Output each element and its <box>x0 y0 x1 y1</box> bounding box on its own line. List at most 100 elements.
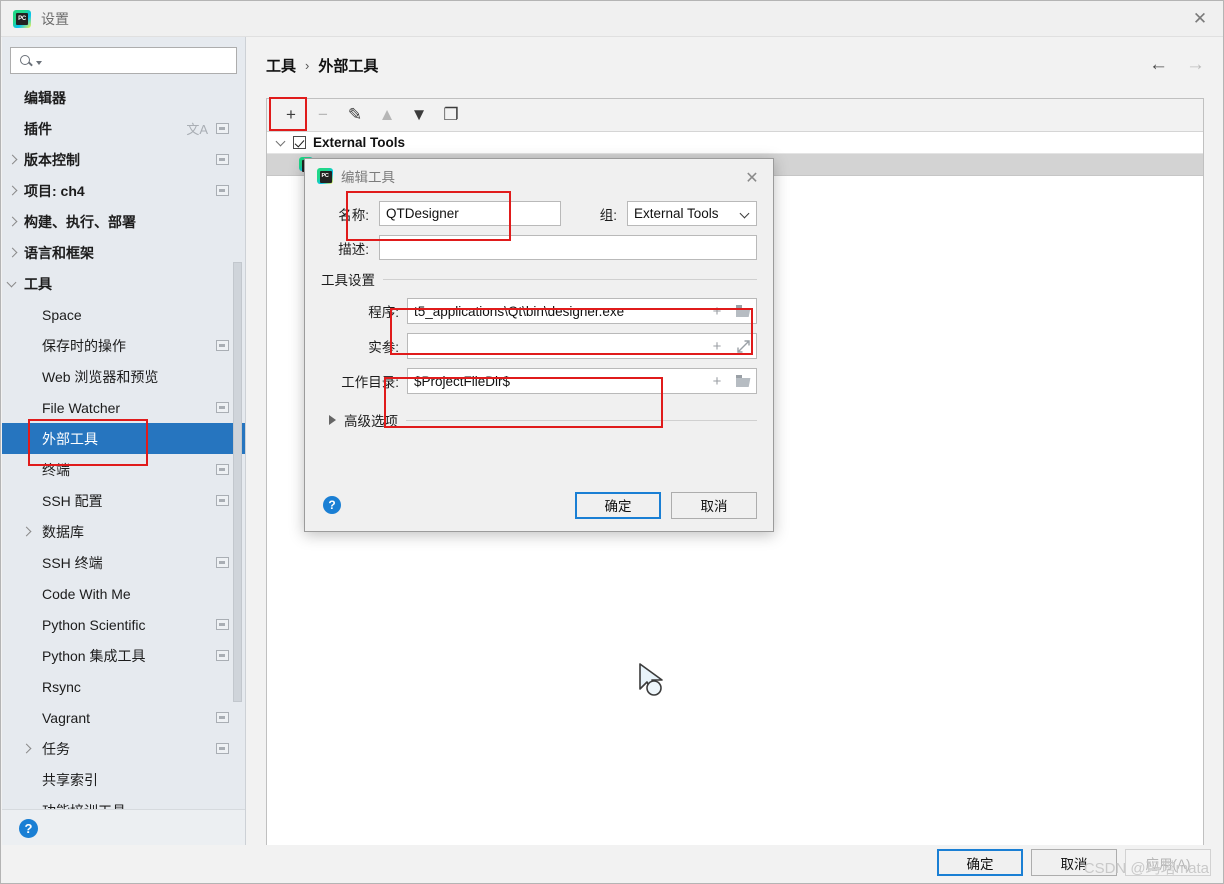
working-directory-input[interactable] <box>408 373 704 389</box>
search-box[interactable] <box>10 47 237 74</box>
sidebar-item-label: Python 集成工具 <box>42 647 146 664</box>
chevron-right-icon[interactable] <box>6 153 20 167</box>
tool-group-checkbox[interactable] <box>293 136 306 149</box>
sidebar-item-15[interactable]: SSH 终端 <box>2 547 245 578</box>
sidebar-item-9[interactable]: Web 浏览器和预览 <box>2 361 245 392</box>
tool-group-row[interactable]: External Tools <box>267 132 1203 154</box>
arguments-field[interactable]: + <box>407 333 757 359</box>
copy-button[interactable]: ❐ <box>435 102 467 129</box>
tool-settings-group: 工具设置 程序: + 实参: <box>321 269 757 394</box>
browse-folder-icon[interactable] <box>730 369 756 393</box>
insert-macro-icon[interactable]: + <box>704 369 730 393</box>
sidebar-item-3[interactable]: 项目: ch4 <box>2 175 245 206</box>
chevron-down-icon[interactable] <box>36 61 42 65</box>
ok-button[interactable]: 确定 <box>937 849 1023 876</box>
sidebar-item-6[interactable]: 工具 <box>2 268 245 299</box>
name-input[interactable] <box>379 201 561 226</box>
sidebar-item-7[interactable]: Space <box>2 299 245 330</box>
insert-macro-icon[interactable]: + <box>704 299 730 323</box>
help-icon[interactable]: ? <box>19 819 38 838</box>
program-field[interactable]: + <box>407 298 757 324</box>
breadcrumb-parent[interactable]: 工具 <box>266 55 296 76</box>
description-row: 描述: <box>321 235 757 260</box>
sidebar-item-11[interactable]: 外部工具 <box>2 423 245 454</box>
move-down-button[interactable]: ▼ <box>403 102 435 129</box>
sidebar-item-2[interactable]: 版本控制 <box>2 144 245 175</box>
sidebar-item-17[interactable]: Python Scientific <box>2 609 245 640</box>
tool-settings-title: 工具设置 <box>321 269 757 289</box>
chevron-right-icon[interactable] <box>6 184 20 198</box>
working-directory-field[interactable]: + <box>407 368 757 394</box>
insert-macro-icon[interactable]: + <box>704 334 730 358</box>
expand-editor-icon[interactable] <box>730 334 756 358</box>
sidebar-item-22[interactable]: 共享索引 <box>2 764 245 795</box>
dialog-close-icon[interactable]: ✕ <box>739 167 765 189</box>
forward-arrow-icon[interactable]: → <box>1186 55 1205 74</box>
chevron-right-icon[interactable] <box>20 742 34 756</box>
help-icon[interactable]: ? <box>323 496 341 514</box>
sidebar-item-label: Vagrant <box>42 709 90 726</box>
tool-settings-label: 工具设置 <box>321 273 375 288</box>
plugin-badge-icon <box>216 495 229 506</box>
advanced-options-toggle[interactable]: 高级选项 <box>321 410 757 430</box>
pycharm-logo-icon: PC <box>13 9 31 28</box>
sidebar-item-4[interactable]: 构建、执行、部署 <box>2 206 245 237</box>
sidebar-item-20[interactable]: Vagrant <box>2 702 245 733</box>
description-input[interactable] <box>379 235 757 260</box>
breadcrumb-separator: › <box>305 58 310 73</box>
browse-folder-icon[interactable] <box>730 299 756 323</box>
dialog-cancel-button[interactable]: 取消 <box>671 491 757 519</box>
sidebar-item-12[interactable]: 终端 <box>2 454 245 485</box>
sidebar-item-16[interactable]: Code With Me <box>2 578 245 609</box>
plugin-badge-icon <box>216 557 229 568</box>
sidebar-item-5[interactable]: 语言和框架 <box>2 237 245 268</box>
move-up-button[interactable]: ▲ <box>371 102 403 129</box>
dialog-title: 编辑工具 <box>341 170 395 185</box>
settings-window: PC 设置 ✕ 编辑器 插件 文A 版本控制 项目: ch4 构建、执行、部署 语言和框架工… <box>0 0 1224 884</box>
sidebar-item-13[interactable]: SSH 配置 <box>2 485 245 516</box>
program-input[interactable] <box>408 303 704 319</box>
group-select[interactable]: External Tools <box>627 201 757 226</box>
dialog-footer: ? 确定 取消 <box>305 479 773 531</box>
tool-row-label: External Tools <box>313 135 406 150</box>
sidebar-item-1[interactable]: 插件 文A <box>2 113 245 144</box>
sidebar-item-18[interactable]: Python 集成工具 <box>2 640 245 671</box>
description-label: 描述: <box>338 241 369 257</box>
chevron-right-icon[interactable] <box>6 215 20 229</box>
add-button[interactable]: + <box>275 102 307 129</box>
chevron-right-icon[interactable] <box>20 525 34 539</box>
sidebar-item-label: SSH 配置 <box>42 492 103 509</box>
sidebar-item-label: 工具 <box>24 275 52 292</box>
sidebar-item-0[interactable]: 编辑器 <box>2 82 245 113</box>
sidebar-item-21[interactable]: 任务 <box>2 733 245 764</box>
close-icon[interactable]: ✕ <box>1177 1 1223 36</box>
sidebar-scrollbar[interactable] <box>233 262 242 702</box>
dialog-ok-button[interactable]: 确定 <box>575 491 661 519</box>
chevron-right-icon[interactable] <box>6 246 20 260</box>
mouse-cursor <box>635 661 669 706</box>
search-input[interactable] <box>46 52 226 69</box>
sidebar-item-8[interactable]: 保存时的操作 <box>2 330 245 361</box>
edit-button[interactable]: ✎ <box>339 102 371 129</box>
sidebar-item-label: SSH 终端 <box>42 554 103 571</box>
sidebar-item-label: 编辑器 <box>24 89 66 106</box>
arguments-input[interactable] <box>408 338 704 354</box>
sidebar-item-19[interactable]: Rsync <box>2 671 245 702</box>
back-arrow-icon[interactable]: ← <box>1149 55 1168 74</box>
chevron-down-icon[interactable] <box>275 136 289 150</box>
sidebar-item-label: Web 浏览器和预览 <box>42 368 159 385</box>
sidebar-item-10[interactable]: File Watcher <box>2 392 245 423</box>
breadcrumb: 工具 › 外部工具 <box>266 55 378 76</box>
dialog-body: 名称: 组: External Tools 描述: 工具设置 <box>305 193 773 430</box>
sidebar-item-14[interactable]: 数据库 <box>2 516 245 547</box>
cancel-button[interactable]: 取消 <box>1031 849 1117 876</box>
working-directory-row: 工作目录: + <box>321 368 757 394</box>
name-row: 名称: 组: External Tools <box>321 201 757 226</box>
dialog-titlebar: PC 编辑工具 ✕ <box>305 159 773 193</box>
chevron-down-icon[interactable] <box>6 277 20 291</box>
remove-button[interactable]: − <box>307 102 339 129</box>
